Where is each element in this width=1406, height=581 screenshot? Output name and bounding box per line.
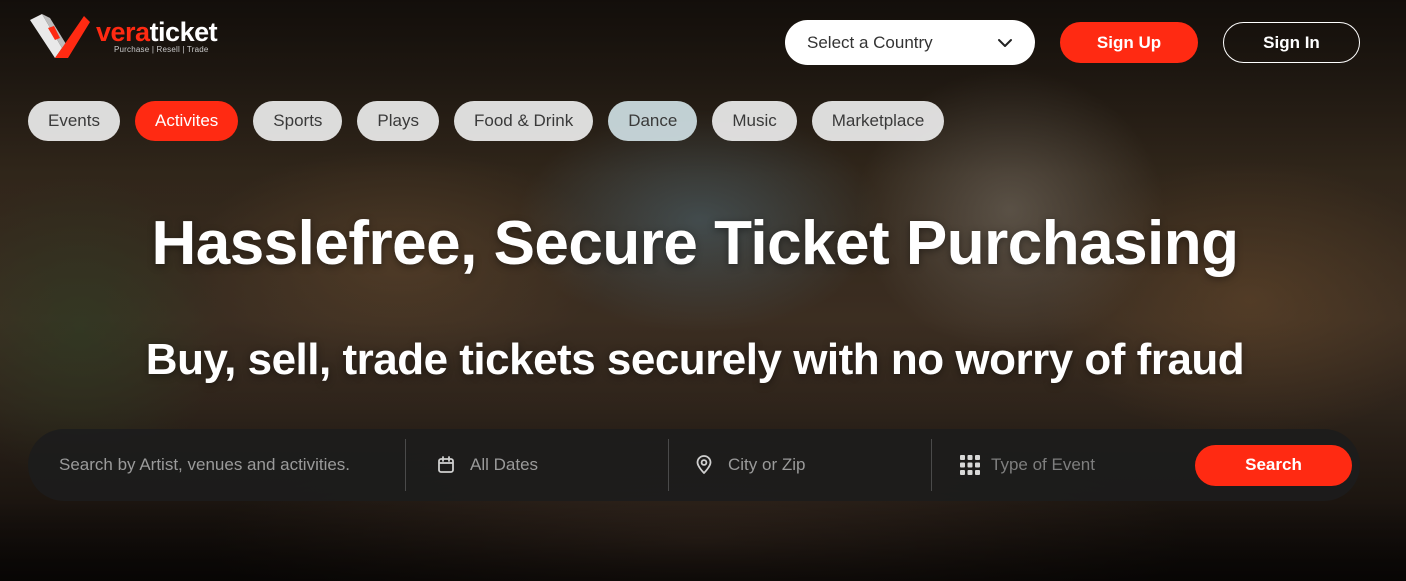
search-input[interactable] — [59, 455, 405, 475]
category-pill-music[interactable]: Music — [712, 101, 797, 141]
category-pill-events[interactable]: Events — [28, 101, 120, 141]
calendar-icon — [436, 455, 456, 475]
search-bar: All Dates Type of Event Search — [28, 429, 1360, 501]
chevron-down-icon — [998, 38, 1012, 47]
location-segment — [669, 439, 931, 491]
location-pin-icon — [694, 455, 714, 475]
category-pill-dance[interactable]: Dance — [608, 101, 698, 141]
hero-headline: Hasslefree, Secure Ticket Purchasing — [151, 209, 1239, 278]
dates-label: All Dates — [470, 455, 539, 474]
logo-word-part2: ticket — [149, 17, 218, 47]
category-pill-activites[interactable]: Activites — [134, 101, 239, 141]
logo-word-part1: vera — [96, 17, 150, 47]
category-pill-marketplace[interactable]: Marketplace — [811, 101, 945, 141]
logo[interactable]: veraticket Purchase | Resell | Trade — [28, 14, 218, 62]
signup-button[interactable]: Sign Up — [1060, 22, 1198, 63]
logo-wordmark: veraticket — [96, 17, 218, 47]
category-pill-plays[interactable]: Plays — [357, 101, 439, 141]
country-select[interactable]: Select a Country — [785, 20, 1035, 65]
category-pill-sports[interactable]: Sports — [253, 101, 343, 141]
logo-mark-icon — [30, 14, 90, 58]
event-type-placeholder: Type of Event — [991, 455, 1095, 474]
search-query-segment — [28, 439, 405, 491]
logo-tagline: Purchase | Resell | Trade — [114, 45, 209, 54]
event-type-select[interactable]: Type of Event — [932, 439, 1192, 491]
city-zip-input[interactable] — [728, 455, 931, 475]
category-nav: Events Activites Sports Plays Food & Dri… — [28, 101, 959, 141]
dates-picker[interactable]: All Dates — [406, 439, 668, 491]
category-pill-food-drink[interactable]: Food & Drink — [454, 101, 594, 141]
country-select-value: Select a Country — [807, 32, 933, 52]
signin-button[interactable]: Sign In — [1223, 22, 1360, 63]
search-button[interactable]: Search — [1195, 444, 1352, 486]
grid-icon — [959, 454, 981, 476]
hero-subheadline: Buy, sell, trade tickets securely with n… — [145, 335, 1245, 384]
